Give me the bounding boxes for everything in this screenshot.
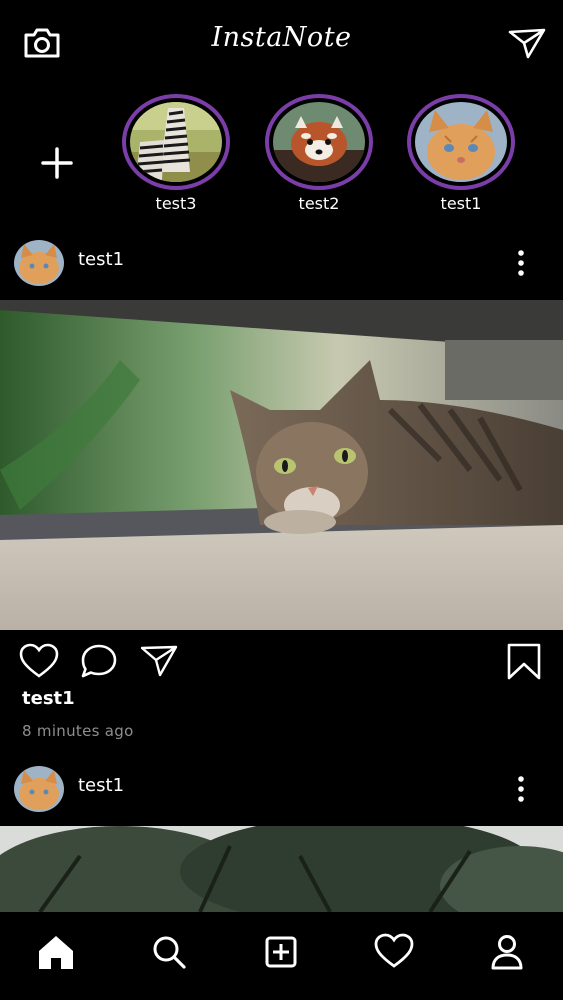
- post-image[interactable]: [0, 826, 563, 912]
- story-test1[interactable]: test1: [403, 94, 519, 224]
- kitten-image: [415, 102, 507, 182]
- post-image[interactable]: [0, 300, 563, 630]
- more-options-icon[interactable]: [508, 244, 534, 282]
- app-logo: InstaNote: [211, 22, 352, 53]
- story-label: test1: [440, 194, 482, 213]
- story-test2[interactable]: test2: [261, 94, 377, 224]
- profile-icon[interactable]: [485, 930, 529, 974]
- story-ring: [407, 94, 515, 190]
- story-label: test3: [155, 194, 197, 213]
- share-icon[interactable]: [139, 642, 179, 682]
- search-icon[interactable]: [147, 930, 191, 974]
- red-panda-image: [273, 102, 365, 182]
- bottom-nav: [0, 912, 563, 1000]
- plus-icon[interactable]: [38, 144, 76, 182]
- comment-icon[interactable]: [79, 642, 119, 682]
- post-actions: [0, 640, 563, 686]
- heart-icon[interactable]: [372, 930, 416, 974]
- story-ring: [265, 94, 373, 190]
- zebra-image: [130, 102, 222, 182]
- more-options-icon[interactable]: [508, 770, 534, 808]
- post-username[interactable]: test1: [78, 249, 124, 270]
- avatar[interactable]: [14, 240, 64, 286]
- post-header: test1: [0, 762, 563, 818]
- story-label: test2: [298, 194, 340, 213]
- bookmark-icon[interactable]: [504, 642, 544, 682]
- post-caption-username[interactable]: test1: [22, 688, 75, 709]
- post-header: test1: [0, 236, 563, 292]
- story-ring: [122, 94, 230, 190]
- add-post-icon[interactable]: [259, 930, 303, 974]
- heart-icon[interactable]: [19, 642, 59, 682]
- avatar[interactable]: [14, 766, 64, 812]
- home-icon[interactable]: [34, 930, 78, 974]
- top-bar: InstaNote: [0, 0, 563, 86]
- story-test3[interactable]: test3: [118, 94, 234, 224]
- post-timestamp: 8 minutes ago: [22, 722, 134, 740]
- stories-row: test3 test2 test1: [0, 88, 563, 224]
- paper-plane-icon[interactable]: [506, 25, 548, 61]
- post-username[interactable]: test1: [78, 775, 124, 796]
